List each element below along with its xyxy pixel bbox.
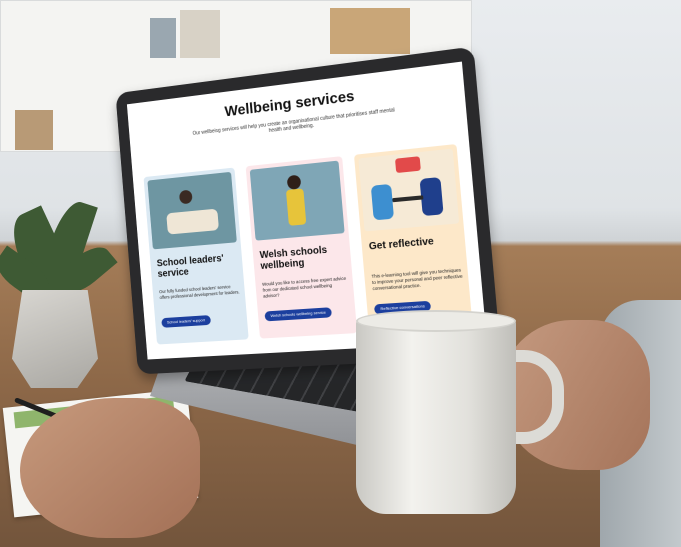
shelf-item <box>330 8 410 54</box>
coffee-mug <box>356 318 516 514</box>
school-leaders-support-button[interactable]: School leaders' support <box>161 315 211 328</box>
card-title: School leaders' service <box>156 252 238 280</box>
shelf-item <box>180 10 220 58</box>
welsh-schools-wellbeing-button[interactable]: Welsh schools wellbeing service <box>264 307 332 321</box>
card-description: This e-learning tool will give you techn… <box>371 267 463 292</box>
card-title: Get reflective <box>368 234 460 253</box>
left-hand <box>20 398 200 538</box>
shelf-item <box>150 18 176 58</box>
service-card-welsh-schools[interactable]: Welsh schools wellbeing Would you like t… <box>246 156 358 339</box>
photo-scene: Wellbeing services Our wellbeing service… <box>0 0 681 547</box>
speech-bubble-icon <box>395 156 421 173</box>
card-description: Our fully funded school leaders' service… <box>159 284 240 301</box>
person-body-illustration <box>286 188 306 225</box>
service-card-school-leaders[interactable]: School leaders' service Our fully funded… <box>143 168 248 345</box>
card-title: Welsh schools wellbeing <box>259 243 346 272</box>
plant-pot <box>12 290 98 388</box>
person-illustration <box>371 184 394 221</box>
service-card-get-reflective[interactable]: Get reflective This e-learning tool will… <box>354 144 473 332</box>
sofa-illustration <box>166 209 219 235</box>
card-description: Would you like to access free expert adv… <box>262 276 349 300</box>
shelf-item <box>15 110 53 150</box>
mug-rim <box>356 310 516 332</box>
